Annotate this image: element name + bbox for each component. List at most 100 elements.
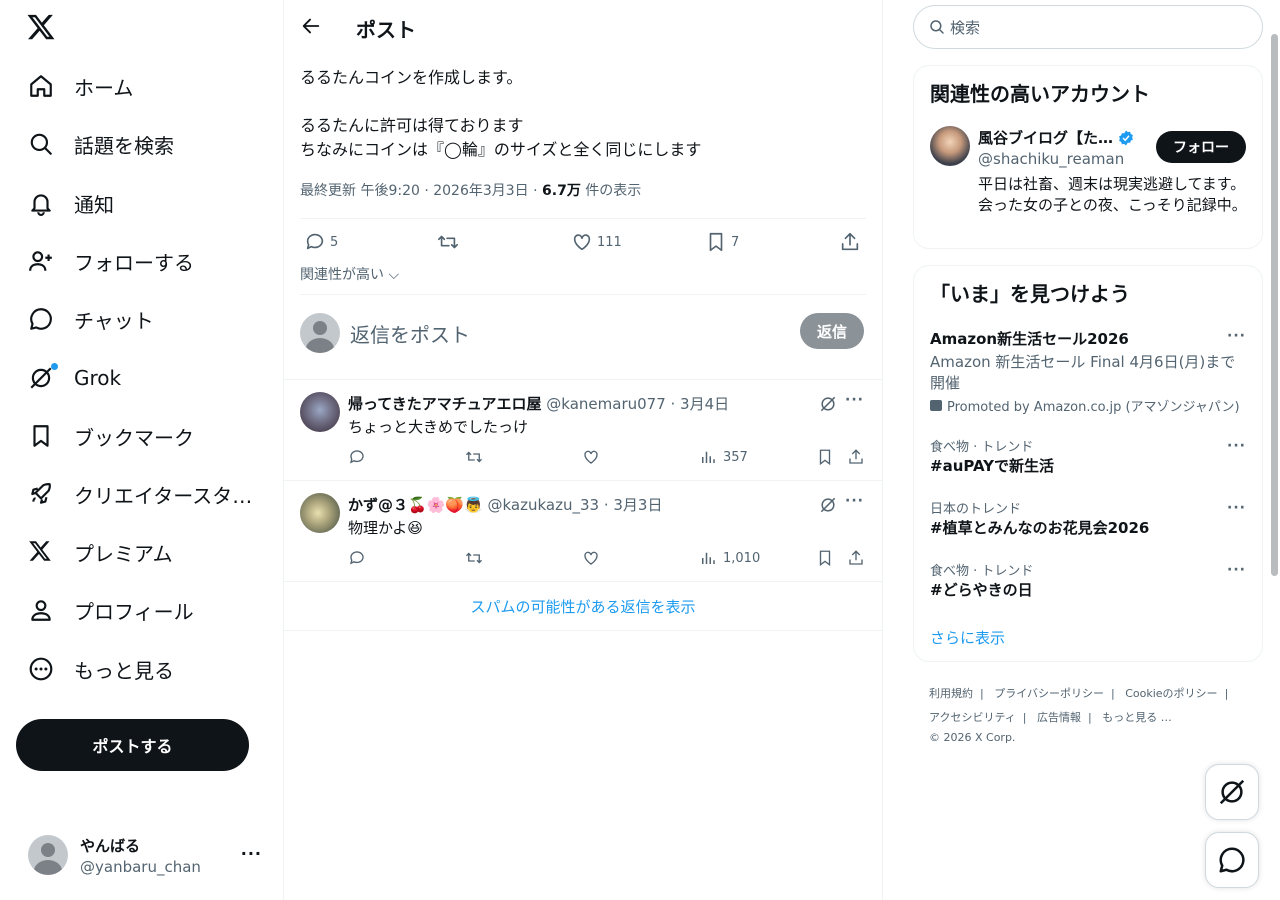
account-switcher[interactable]: やんばる @yanbaru_chan ··· bbox=[16, 826, 272, 884]
nav-creator-studio[interactable]: クリエイタースタ… bbox=[16, 469, 264, 519]
repost-action[interactable] bbox=[437, 231, 463, 253]
view-count: 357 bbox=[723, 449, 748, 465]
grok-icon[interactable] bbox=[818, 495, 838, 515]
search-input[interactable]: 検索 bbox=[950, 17, 980, 38]
bookmark-icon[interactable] bbox=[816, 549, 840, 567]
nav-premium[interactable]: プレミアム bbox=[16, 527, 185, 577]
search-bar[interactable]: 検索 bbox=[913, 5, 1263, 49]
reply-input[interactable]: 返信をポスト bbox=[350, 319, 470, 348]
trend-item[interactable]: 日本のトレンド #植草とみんなのお花見会2026 bbox=[930, 498, 1250, 538]
trend-title: #auPAYで新生活 bbox=[930, 457, 1055, 475]
show-more-link[interactable]: さらに表示 bbox=[930, 627, 1005, 648]
reply-header: かず@３🍒🌸🍑👼 @kazukazu_33 · 3月3日 bbox=[348, 494, 662, 515]
promoted-trend[interactable]: Amazon新生活セール2026 Amazon 新生活セール Final 4月6… bbox=[930, 328, 1250, 415]
cookie-link[interactable]: Cookieのポリシー bbox=[1125, 687, 1217, 700]
like-action[interactable]: 111 bbox=[571, 231, 622, 253]
x-logo-icon bbox=[28, 539, 54, 565]
home-icon bbox=[28, 73, 54, 99]
repost-icon[interactable] bbox=[465, 448, 489, 466]
reply-icon[interactable] bbox=[348, 448, 372, 466]
reply-author-name[interactable]: 帰ってきたアマチュアエロ屋 bbox=[348, 395, 542, 413]
reply-item[interactable]: かず@３🍒🌸🍑👼 @kazukazu_33 · 3月3日 ··· 物理かよ😆 1… bbox=[284, 481, 882, 581]
reply-button[interactable]: 返信 bbox=[800, 313, 864, 349]
trend-item[interactable]: 食べ物 · トレンド #auPAYで新生活 bbox=[930, 436, 1250, 476]
reply-composer[interactable]: 返信をポスト bbox=[300, 313, 866, 353]
more-icon[interactable]: ··· bbox=[845, 493, 864, 509]
show-spam-replies-link[interactable]: スパムの可能性がある返信を表示 bbox=[284, 596, 882, 617]
more-icon[interactable]: ··· bbox=[1227, 562, 1246, 578]
card-title: 関連性の高いアカウント bbox=[930, 82, 1150, 106]
more-icon[interactable]: ··· bbox=[1227, 438, 1246, 454]
accessibility-link[interactable]: アクセシビリティ bbox=[929, 711, 1016, 724]
reply-action[interactable]: 5 bbox=[304, 231, 338, 253]
nav-chat[interactable]: チャット bbox=[16, 294, 166, 344]
x-logo-icon[interactable] bbox=[26, 12, 58, 44]
trend-title: Amazon新生活セール2026 bbox=[930, 330, 1129, 348]
views-icon[interactable]: 1,010 bbox=[699, 549, 760, 567]
nav-more[interactable]: もっと見る bbox=[16, 644, 186, 694]
divider bbox=[300, 218, 866, 219]
account-name: やんばる bbox=[80, 836, 141, 855]
suggested-account-name[interactable]: 風谷ブイログ【た… bbox=[978, 127, 1135, 148]
share-action[interactable] bbox=[839, 231, 865, 253]
grok-icon[interactable] bbox=[818, 394, 838, 414]
nav-notifications[interactable]: 通知 bbox=[16, 178, 126, 228]
avatar[interactable] bbox=[300, 493, 340, 533]
scrollbar[interactable] bbox=[1271, 34, 1278, 576]
bookmark-action[interactable]: 7 bbox=[705, 231, 739, 253]
chat-fab[interactable] bbox=[1205, 832, 1259, 888]
more-icon[interactable]: ··· bbox=[1227, 328, 1246, 344]
sort-dropdown[interactable]: 関連性が高い ⌵ bbox=[300, 264, 399, 284]
share-icon[interactable] bbox=[847, 549, 871, 567]
nav-home[interactable]: ホーム bbox=[16, 61, 145, 111]
bookmark-icon bbox=[709, 232, 723, 252]
views-icon[interactable]: 357 bbox=[699, 448, 748, 466]
more-icon[interactable]: ··· bbox=[845, 392, 864, 408]
trend-category: 食べ物 · トレンド bbox=[930, 564, 1034, 579]
nav-profile[interactable]: プロフィール bbox=[16, 585, 206, 635]
post-timestamp[interactable]: 最終更新 午後9:20 · 2026年3月3日 · bbox=[300, 183, 542, 199]
bell-icon bbox=[28, 190, 54, 216]
heart-icon[interactable] bbox=[582, 549, 606, 567]
reply-icon bbox=[306, 233, 324, 250]
nav-bookmarks[interactable]: ブックマーク bbox=[16, 411, 206, 461]
suggested-account-handle: @shachiku_reaman bbox=[978, 150, 1125, 168]
trend-item[interactable]: 食べ物 · トレンド #どらやきの日 bbox=[930, 560, 1250, 600]
back-arrow-icon[interactable] bbox=[300, 15, 322, 37]
chevron-down-icon: ⌵ bbox=[384, 267, 400, 283]
repost-icon[interactable] bbox=[465, 549, 489, 567]
nav-label: プレミアム bbox=[74, 541, 173, 566]
reply-author-handle: @kanemaru077 · 3月4日 bbox=[546, 395, 730, 413]
nav-label: プロフィール bbox=[74, 599, 194, 624]
trend-title: #植草とみんなのお花見会2026 bbox=[930, 519, 1150, 537]
ads-link[interactable]: 広告情報 bbox=[1037, 711, 1081, 724]
more-icon[interactable]: ··· bbox=[241, 844, 262, 863]
reply-author-name[interactable]: かず@３🍒🌸🍑👼 bbox=[348, 496, 483, 514]
nav-explore[interactable]: 話題を検索 bbox=[16, 119, 186, 169]
search-icon bbox=[930, 20, 944, 34]
follow-button[interactable]: フォロー bbox=[1156, 131, 1246, 163]
nav-follow[interactable]: フォローする bbox=[16, 236, 206, 286]
search-icon bbox=[28, 131, 54, 157]
heart-icon[interactable] bbox=[582, 448, 606, 466]
suggested-account-bio: 平日は社畜、週末は現実逃避してます。会った女の子との夜、こっそり記録中。 bbox=[978, 175, 1247, 214]
reply-item[interactable]: 帰ってきたアマチュアエロ屋 @kanemaru077 · 3月4日 ··· ちょ… bbox=[284, 380, 882, 480]
view-count: 1,010 bbox=[723, 550, 761, 566]
avatar[interactable] bbox=[930, 126, 970, 166]
share-icon[interactable] bbox=[847, 448, 871, 466]
privacy-link[interactable]: プライバシーポリシー bbox=[994, 687, 1104, 700]
trend-category: 日本のトレンド bbox=[930, 502, 1022, 517]
divider bbox=[284, 630, 882, 631]
post-button[interactable]: ポストする bbox=[16, 719, 249, 771]
grok-fab[interactable] bbox=[1205, 764, 1259, 820]
grok-icon bbox=[28, 363, 58, 391]
post-meta: 最終更新 午後9:20 · 2026年3月3日 · 6.7万 件の表示 bbox=[300, 180, 641, 200]
terms-link[interactable]: 利用規約 bbox=[929, 687, 973, 700]
more-icon[interactable]: ··· bbox=[1227, 500, 1246, 516]
reply-icon[interactable] bbox=[348, 549, 372, 567]
bookmark-icon[interactable] bbox=[816, 448, 840, 466]
avatar[interactable] bbox=[300, 392, 340, 432]
more-circle-icon bbox=[28, 656, 54, 682]
nav-grok[interactable]: Grok bbox=[16, 353, 133, 403]
more-link[interactable]: もっと見る … bbox=[1102, 711, 1172, 724]
